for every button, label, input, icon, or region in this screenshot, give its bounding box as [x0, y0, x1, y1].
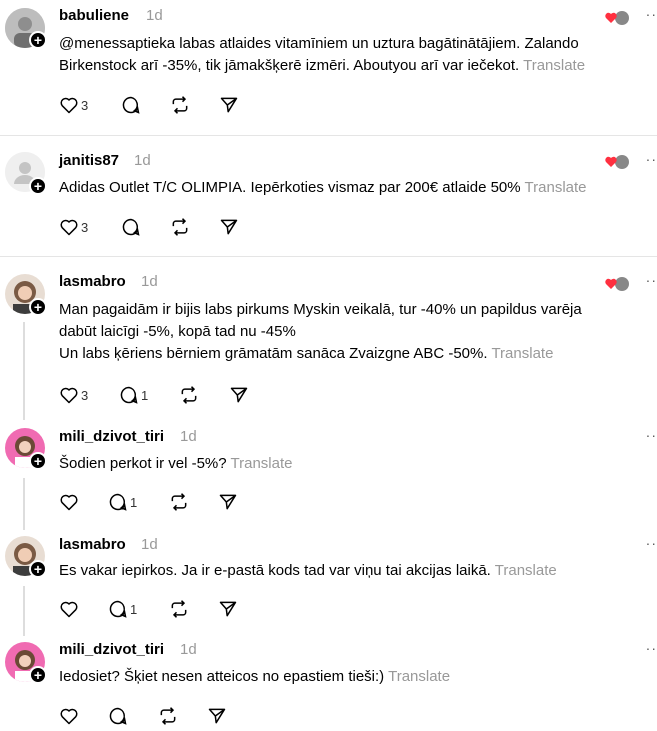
more-options-icon[interactable]: ·· — [646, 535, 657, 551]
send-icon — [230, 387, 248, 403]
repost-button[interactable] — [170, 95, 190, 115]
translate-link[interactable]: Translate — [495, 562, 557, 579]
comment-icon — [122, 218, 140, 236]
heart-icon — [60, 387, 78, 404]
more-options-icon[interactable]: ·· — [646, 640, 657, 656]
comment-icon — [120, 386, 138, 404]
follow-plus-button[interactable]: + — [29, 666, 47, 684]
timestamp[interactable]: 1d — [141, 273, 158, 290]
send-icon — [220, 97, 238, 113]
like-button[interactable]: 3 — [59, 95, 88, 115]
like-button[interactable]: 3 — [59, 385, 88, 405]
timestamp[interactable]: 1d — [141, 536, 158, 553]
send-icon — [219, 494, 237, 510]
heart-icon — [60, 97, 78, 114]
repost-icon — [160, 707, 176, 725]
repost-icon — [172, 96, 188, 114]
repost-icon — [181, 386, 197, 404]
follow-plus-button[interactable]: + — [29, 298, 47, 316]
reply-button[interactable]: 1 — [108, 492, 137, 512]
like-button[interactable] — [59, 492, 79, 512]
thread-line — [23, 322, 25, 420]
like-button[interactable] — [59, 706, 79, 726]
divider — [0, 135, 657, 136]
translate-link[interactable]: Translate — [388, 668, 450, 685]
share-button[interactable] — [229, 385, 249, 405]
like-button[interactable]: 3 — [59, 217, 88, 237]
timestamp[interactable]: 1d — [146, 7, 163, 24]
heart-icon — [60, 494, 78, 511]
follow-plus-button[interactable]: + — [29, 177, 47, 195]
reply-button[interactable]: 1 — [108, 599, 137, 619]
post-text: Adidas Outlet T/C OLIMPIA. Iepērkoties v… — [59, 179, 587, 196]
share-button[interactable] — [207, 706, 227, 726]
more-options-icon[interactable]: ·· — [646, 6, 657, 22]
thread-line — [23, 478, 25, 530]
timestamp[interactable]: 1d — [134, 152, 151, 169]
repost-button[interactable] — [169, 599, 189, 619]
heart-icon — [60, 601, 78, 618]
share-button[interactable] — [218, 492, 238, 512]
send-icon — [219, 601, 237, 617]
comment-icon — [109, 493, 127, 511]
more-options-icon[interactable]: ·· — [646, 427, 657, 443]
timestamp[interactable]: 1d — [180, 641, 197, 658]
share-button[interactable] — [219, 217, 239, 237]
reply-button[interactable]: 1 — [119, 385, 148, 405]
liked-by-icon[interactable] — [605, 153, 629, 171]
share-button[interactable] — [219, 95, 239, 115]
repost-button[interactable] — [169, 492, 189, 512]
username[interactable]: mili_dzivot_tiri — [59, 641, 164, 658]
repost-button[interactable] — [158, 706, 178, 726]
like-button[interactable] — [59, 599, 79, 619]
heart-icon — [60, 708, 78, 725]
more-options-icon[interactable]: ·· — [646, 151, 657, 167]
repost-button[interactable] — [170, 217, 190, 237]
reply-button[interactable] — [121, 95, 141, 115]
username[interactable]: babuliene — [59, 7, 129, 24]
repost-icon — [172, 218, 188, 236]
send-icon — [208, 708, 226, 724]
like-count: 3 — [81, 387, 89, 403]
translate-link[interactable]: Translate — [491, 345, 553, 362]
username[interactable]: lasmabro — [59, 536, 126, 553]
post-text: Es vakar iepirkos. Ja ir e-pastā kods ta… — [59, 562, 557, 579]
thread-line — [23, 586, 25, 636]
reply-button[interactable] — [108, 706, 128, 726]
follow-plus-button[interactable]: + — [29, 31, 47, 49]
timestamp[interactable]: 1d — [180, 428, 197, 445]
heart-icon — [60, 219, 78, 236]
username[interactable]: janitis87 — [59, 152, 119, 169]
comment-icon — [122, 96, 140, 114]
follow-plus-button[interactable]: + — [29, 560, 47, 578]
post-text: Iedosiet? Šķiet nesen atteicos no epasti… — [59, 668, 451, 685]
more-options-icon[interactable]: ·· — [646, 272, 657, 288]
repost-icon — [171, 600, 187, 618]
share-button[interactable] — [218, 599, 238, 619]
username[interactable]: lasmabro — [59, 273, 126, 290]
like-count: 3 — [81, 219, 89, 235]
post-text: Šodien perkot ir vel -5%? Translate — [59, 455, 293, 472]
follow-plus-button[interactable]: + — [29, 452, 47, 470]
post-text: @menessaptieka labas atlaides vitamīniem… — [59, 35, 586, 74]
username[interactable]: mili_dzivot_tiri — [59, 428, 164, 445]
repost-icon — [171, 493, 187, 511]
send-icon — [220, 219, 238, 235]
divider — [0, 256, 657, 257]
like-count: 3 — [81, 97, 89, 113]
reply-count: 1 — [130, 494, 138, 510]
liked-by-icon[interactable] — [605, 9, 629, 27]
liked-by-icon[interactable] — [605, 275, 629, 293]
reply-count: 1 — [141, 387, 149, 403]
post-text: Man pagaidām ir bijis labs pirkums Myski… — [59, 301, 582, 362]
translate-link[interactable]: Translate — [523, 57, 585, 74]
translate-link[interactable]: Translate — [525, 179, 587, 196]
comment-icon — [109, 707, 127, 725]
translate-link[interactable]: Translate — [231, 455, 293, 472]
comment-icon — [109, 600, 127, 618]
reply-count: 1 — [130, 601, 138, 617]
reply-button[interactable] — [121, 217, 141, 237]
repost-button[interactable] — [179, 385, 199, 405]
